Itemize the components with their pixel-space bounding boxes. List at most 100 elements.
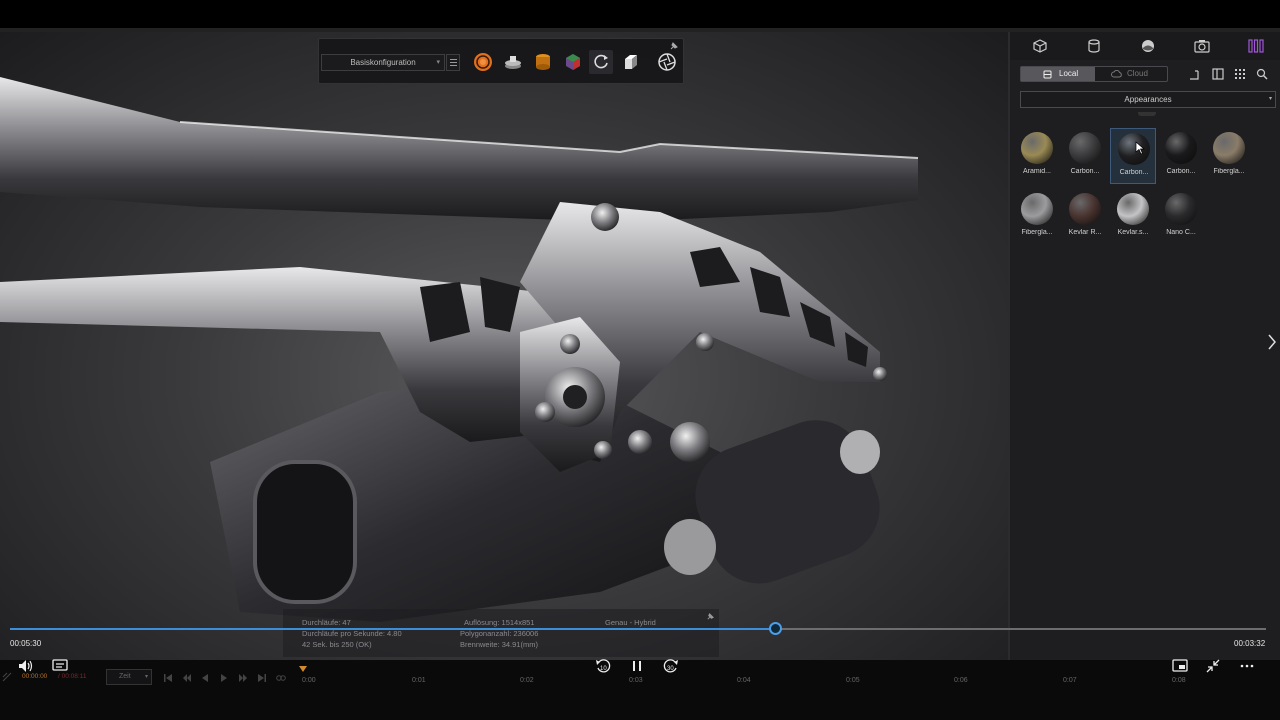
material-label: Carbon... <box>1166 168 1196 175</box>
tab-cameras[interactable] <box>1192 36 1212 56</box>
exit-fullscreen-icon[interactable] <box>1206 659 1220 673</box>
timeline-end-time: / 00:08:11 <box>58 673 87 680</box>
forward-30-icon[interactable]: 30 <box>662 658 680 674</box>
turntable-button[interactable] <box>501 50 525 74</box>
material-label: Aramid... <box>1022 168 1051 175</box>
polygon-count-text: Polygonanzahl: 236006 <box>460 629 539 638</box>
reset-view-button[interactable] <box>589 50 613 74</box>
render-mode-text: Genau - Hybrid <box>605 618 656 627</box>
database-icon <box>1043 70 1052 79</box>
timeline-tick-label: 0:08 <box>1172 677 1186 684</box>
grid-view-icon[interactable] <box>1234 68 1246 80</box>
camera-icon <box>1194 40 1210 53</box>
play-reverse-icon[interactable] <box>200 673 210 683</box>
rewind-10-icon[interactable]: 10 <box>594 658 612 674</box>
material-thumbnail <box>1165 132 1197 164</box>
realtime-render-icon <box>474 53 492 71</box>
chevron-down-icon: ▾ <box>1268 96 1272 102</box>
miniplayer-icon[interactable] <box>1172 659 1188 673</box>
chevron-right-icon[interactable] <box>1266 332 1278 352</box>
timeline-tick-label: 0:05 <box>846 677 860 684</box>
camera-view-button[interactable] <box>619 50 643 74</box>
focal-length-text: Brennweite: 34.91(mm) <box>460 640 538 649</box>
import-icon[interactable] <box>1188 68 1200 80</box>
time-remaining-text: 42 Sek. bis 250 (OK) <box>302 640 372 649</box>
pin-icon[interactable] <box>706 612 715 621</box>
render-viewport[interactable] <box>0 32 1008 660</box>
loop-icon[interactable] <box>276 673 286 683</box>
material-thumbnail <box>1213 132 1245 164</box>
subtitles-icon[interactable] <box>52 659 68 673</box>
panel-layout-icon[interactable] <box>1212 68 1224 80</box>
material-label: Carbon... <box>1119 169 1149 176</box>
configuration-select-value: Basiskonfiguration <box>350 58 416 67</box>
timeline-tick-label: 0:07 <box>1063 677 1077 684</box>
database-icon <box>1088 39 1100 53</box>
material-label: Fibergla... <box>1021 229 1053 236</box>
material-item[interactable]: Nano C... <box>1158 189 1204 245</box>
source-toggle: Local Cloud <box>1020 66 1168 82</box>
material-item[interactable]: Kevlar R... <box>1062 189 1108 245</box>
tab-library[interactable] <box>1246 36 1266 56</box>
timeline-tick-label: 0:06 <box>954 677 968 684</box>
local-label: Local <box>1059 69 1079 78</box>
play-icon[interactable] <box>219 673 229 683</box>
render-mode-button[interactable] <box>471 50 495 74</box>
material-item-selected[interactable]: Carbon... <box>1110 128 1156 184</box>
material-item[interactable]: Kevlar.s... <box>1110 189 1156 245</box>
box-view-icon <box>625 55 637 69</box>
material-label: Fibergla... <box>1213 168 1245 175</box>
material-item[interactable]: Fibergla... <box>1014 189 1060 245</box>
more-options-icon[interactable] <box>1240 659 1254 673</box>
material-item[interactable]: Carbon... <box>1062 128 1108 184</box>
timeline-tick-label: 0:02 <box>520 677 534 684</box>
environment-icon <box>1142 40 1154 52</box>
timeline-tick-label: 0:04 <box>737 677 751 684</box>
cursor-icon <box>1135 141 1145 155</box>
tab-models[interactable] <box>1030 36 1050 56</box>
step-back-icon[interactable] <box>182 673 192 683</box>
search-icon[interactable] <box>1256 68 1268 80</box>
timeline-playhead[interactable] <box>299 666 307 672</box>
aperture-button[interactable] <box>655 50 679 74</box>
step-forward-icon[interactable] <box>238 673 248 683</box>
pin-icon[interactable] <box>669 41 679 51</box>
configuration-select[interactable]: Basiskonfiguration ▾ <box>321 54 445 71</box>
category-select-value: Appearances <box>1124 95 1172 104</box>
material-label: Kevlar.s... <box>1117 229 1149 236</box>
svg-text:10: 10 <box>600 666 607 672</box>
tab-environments[interactable] <box>1138 36 1158 56</box>
material-thumbnail <box>1021 132 1053 164</box>
material-item[interactable]: Aramid... <box>1014 128 1060 184</box>
category-select[interactable]: Appearances ▾ <box>1020 91 1276 108</box>
material-item[interactable]: Carbon... <box>1158 128 1204 184</box>
timeline-mode-select[interactable]: Zeit ▾ <box>106 669 152 685</box>
video-progress-fill <box>10 628 775 630</box>
material-thumbnail <box>1069 193 1101 225</box>
panel-resize-handle[interactable] <box>1138 112 1156 116</box>
material-thumbnail <box>1021 193 1053 225</box>
skip-start-icon[interactable] <box>163 673 173 683</box>
local-toggle[interactable]: Local <box>1021 67 1095 81</box>
refresh-icon <box>594 54 608 69</box>
material-label: Nano C... <box>1166 229 1196 236</box>
skip-end-icon[interactable] <box>257 673 267 683</box>
video-duration: 00:03:32 <box>1234 639 1266 648</box>
tab-materials[interactable] <box>1084 36 1104 56</box>
timeline-current-time: 00:00:00 <box>22 673 48 680</box>
video-progress-bar[interactable] <box>10 622 1266 635</box>
material-label: Kevlar R... <box>1068 229 1102 236</box>
top-black-bar <box>0 0 1280 28</box>
timeline-resize-icon[interactable] <box>2 672 12 682</box>
geometry-button[interactable] <box>561 50 585 74</box>
scene-database-button[interactable] <box>531 50 555 74</box>
pause-icon[interactable] <box>630 659 644 673</box>
material-item[interactable]: Fibergla... <box>1206 128 1252 184</box>
model-cube-icon <box>566 54 580 70</box>
render-info-overlay: Durchläufe: 47 Durchläufe pro Sekunde: 4… <box>283 609 719 657</box>
chevron-down-icon: ▾ <box>144 674 148 680</box>
volume-icon[interactable] <box>18 659 34 673</box>
video-progress-thumb[interactable] <box>768 622 782 635</box>
configuration-list-button[interactable] <box>446 54 460 71</box>
cloud-toggle[interactable]: Cloud <box>1095 67 1167 81</box>
